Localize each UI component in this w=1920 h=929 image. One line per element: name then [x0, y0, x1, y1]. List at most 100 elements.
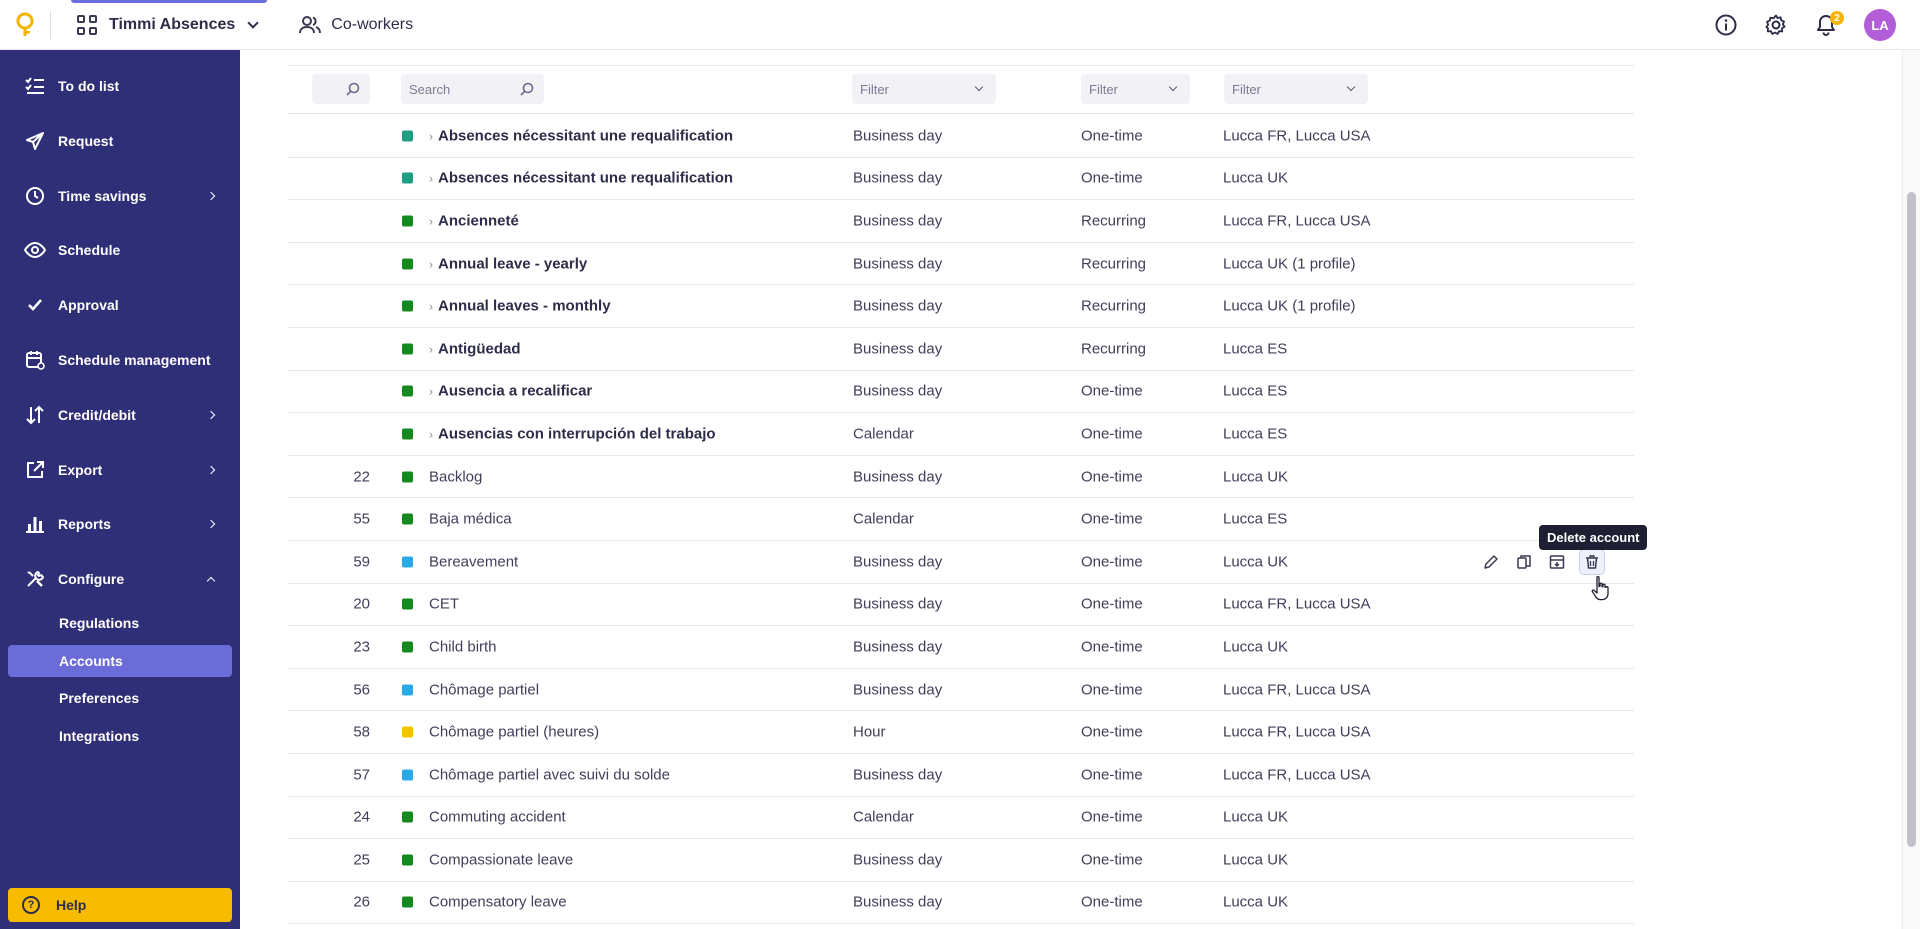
paper-plane-icon — [24, 130, 46, 152]
app-switcher[interactable]: Timmi Absences — [71, 0, 268, 50]
sidebar-item-credit-debit[interactable]: Credit/debit — [0, 395, 240, 435]
chevron-right-icon: › — [429, 171, 433, 186]
table-row[interactable]: 55 Baja médica Calendar One-time Lucca ES — [288, 498, 1634, 541]
clock-icon — [24, 185, 46, 207]
checklist-icon — [24, 75, 46, 97]
table-row[interactable]: 26 Compensatory leave Business day One-time… — [288, 882, 1634, 925]
sidebar-item-schedule[interactable]: Schedule — [0, 230, 240, 270]
pencil-icon[interactable] — [1481, 552, 1501, 572]
account-profiles: Lucca ES — [1223, 382, 1288, 400]
profile-filter-select[interactable]: Filter — [1224, 74, 1368, 104]
info-icon[interactable] — [1714, 13, 1738, 37]
type-filter-select[interactable]: Filter — [1081, 74, 1190, 104]
delete-account-tooltip: Delete account — [1539, 525, 1648, 550]
user-avatar[interactable]: LA — [1864, 9, 1896, 41]
table-row[interactable]: › Ausencia a recalificar Business day One-t… — [288, 371, 1634, 414]
chevron-right-icon: › — [429, 427, 433, 442]
sidebar-subitem-regulations[interactable]: Regulations — [8, 607, 232, 639]
table-row[interactable]: 22 Backlog Business day One-time Lucca UK — [288, 456, 1634, 499]
table-row[interactable]: › Annual leave - yearly Business day Recurr… — [288, 243, 1634, 286]
account-group-name[interactable]: › Ausencias con interrupción del trabajo — [429, 425, 716, 442]
table-row[interactable]: › Annual leaves - monthly Business day Recu… — [288, 285, 1634, 328]
search-placeholder: Search — [409, 81, 451, 97]
table-row[interactable]: 57 Chômage partiel avec suivi du solde Bus… — [288, 754, 1634, 797]
filter-row: Search Filter Filter Filter — [288, 66, 1634, 114]
archive-icon[interactable] — [1547, 552, 1567, 572]
sidebar-item-configure[interactable]: Configure — [0, 559, 240, 599]
account-group-name[interactable]: › Antigüedad — [429, 340, 521, 357]
table-row[interactable]: › Ausencias con interrupción del trabajo C… — [288, 413, 1634, 456]
account-profiles: Lucca ES — [1223, 425, 1288, 443]
account-id: 56 — [353, 681, 370, 699]
account-unit: Business day — [853, 595, 943, 613]
account-profiles: Lucca FR, Lucca USA — [1223, 766, 1371, 784]
account-type: One-time — [1081, 169, 1143, 187]
account-group-name[interactable]: › Annual leaves - monthly — [429, 298, 611, 315]
table-row[interactable]: 25 Compassionate leave Business day One-tim… — [288, 839, 1634, 882]
chevron-right-icon: › — [429, 129, 433, 144]
account-type: Recurring — [1081, 255, 1147, 273]
sidebar-item-approval[interactable]: Approval — [0, 285, 240, 325]
bar-chart-icon — [24, 513, 46, 535]
app-name: Timmi Absences — [109, 15, 236, 33]
sort-arrows-icon — [24, 404, 46, 426]
table-row[interactable]: 20 CET Business day One-time Lucca FR, Lucca… — [288, 584, 1634, 627]
copy-icon[interactable] — [1514, 552, 1534, 572]
help-button[interactable]: ? Help — [8, 888, 232, 922]
table-row[interactable]: 59 Bereavement Business day One-time Lucca U… — [288, 541, 1634, 584]
table-row[interactable]: › Absences nécessitant une requalificatio… — [288, 158, 1634, 201]
chevron-down-icon — [247, 16, 259, 29]
account-color-swatch — [402, 641, 413, 653]
sidebar-item-schedule-management[interactable]: Schedule management — [0, 340, 240, 380]
account-type: One-time — [1081, 766, 1143, 784]
sidebar-item-time-savings[interactable]: Time savings — [0, 176, 240, 216]
unit-filter-select[interactable]: Filter — [852, 74, 996, 104]
account-group-name[interactable]: › Absences nécessitant une requalificatio… — [429, 170, 733, 187]
account-group-name[interactable]: › Absences nécessitant une requalificatio… — [429, 127, 733, 144]
chevron-up-icon — [206, 576, 216, 586]
table-row[interactable]: 56 Chômage partiel Business day One-time Luc… — [288, 669, 1634, 712]
account-name: Bereavement — [429, 553, 519, 571]
sidebar-item-reports[interactable]: Reports — [0, 504, 240, 544]
table-row[interactable]: › Ancienneté Business day Recurring Lucca FR… — [288, 200, 1634, 243]
account-unit: Business day — [853, 340, 943, 358]
notification-bell-icon[interactable]: 2 — [1814, 11, 1844, 37]
account-name: Chômage partiel — [429, 681, 540, 699]
account-profiles: Lucca UK — [1223, 808, 1289, 826]
scrollbar-thumb[interactable] — [1907, 192, 1916, 847]
accounts-table-body: › Absences nécessitant une requalificatio… — [288, 115, 1634, 925]
account-name: Compensatory leave — [429, 893, 567, 911]
coworkers-label: Co-workers — [331, 15, 414, 33]
account-group-name[interactable]: › Annual leave - yearly — [429, 255, 587, 272]
account-color-swatch — [402, 811, 413, 823]
account-name-text: Absences nécessitant une requalification — [438, 127, 734, 145]
account-id: 23 — [353, 638, 370, 656]
page-scrollbar[interactable] — [1902, 50, 1920, 929]
table-row[interactable]: 24 Commuting accident Calendar One-time Lucc… — [288, 797, 1634, 840]
table-row[interactable]: › Absences nécessitant une requalificatio… — [288, 115, 1634, 158]
sidebar-item-request[interactable]: Request — [0, 121, 240, 161]
table-row[interactable]: › Antigüedad Business day Recurring Lucca ES — [288, 328, 1634, 371]
search-icon — [520, 82, 534, 96]
account-group-name[interactable]: › Ausencia a recalificar — [429, 383, 592, 400]
table-row[interactable]: 58 Chômage partiel (heures) Hour One-time Lu… — [288, 711, 1634, 754]
account-profiles: Lucca FR, Lucca USA — [1223, 681, 1371, 699]
table-row[interactable]: 23 Child birth Business day One-time Lucca U… — [288, 626, 1634, 669]
sidebar-item-label: Export — [58, 462, 103, 478]
sidebar-subitem-integrations[interactable]: Integrations — [8, 720, 232, 752]
trash-icon[interactable] — [1579, 548, 1605, 575]
settings-gear-icon[interactable] — [1764, 13, 1788, 37]
sidebar-subitem-accounts[interactable]: Accounts — [8, 645, 232, 677]
account-unit: Business day — [853, 382, 943, 400]
account-profiles: Lucca UK — [1223, 851, 1289, 869]
sidebar-item-to-do-list[interactable]: To do list — [0, 66, 240, 106]
coworkers-link[interactable]: Co-workers — [299, 15, 413, 35]
account-group-name[interactable]: › Ancienneté — [429, 212, 519, 229]
account-unit: Business day — [853, 127, 943, 145]
name-search-input[interactable]: Search — [401, 74, 544, 104]
sidebar-item-export[interactable]: Export — [0, 450, 240, 490]
check-icon — [24, 294, 46, 316]
lucca-logo-icon[interactable] — [0, 0, 50, 50]
sidebar-subitem-preferences[interactable]: Preferences — [8, 682, 232, 714]
id-search-input[interactable] — [312, 74, 370, 104]
